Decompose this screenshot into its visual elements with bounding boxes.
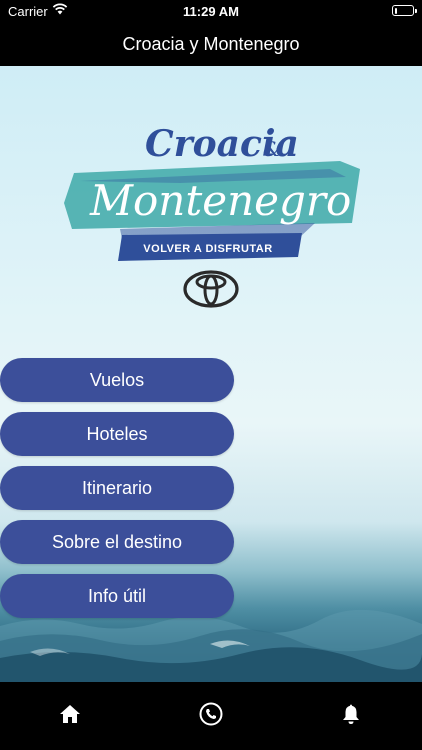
hoteles-button[interactable]: Hoteles (0, 412, 234, 456)
tab-bar (0, 682, 422, 750)
logo-text-montenegro: Montenegro (89, 176, 351, 225)
page-title: Croacia y Montenegro (122, 34, 300, 54)
toyota-logo (183, 270, 239, 308)
bell-icon (343, 704, 359, 724)
status-time: 11:29 AM (183, 4, 239, 19)
nav-bar: Croacia y Montenegro (0, 22, 422, 66)
battery-icon (392, 5, 417, 16)
home-icon (60, 705, 80, 723)
vuelos-button[interactable]: Vuelos (0, 358, 234, 402)
sobre-el-destino-button[interactable]: Sobre el destino (0, 520, 234, 564)
logo-tagline: VOLVER A DISFRUTAR (143, 243, 272, 255)
status-bar: Carrier 11:29 AM (0, 0, 422, 22)
main-content: Croacia & Montenegro VOLVER A DISFRUTAR … (0, 66, 422, 682)
itinerario-button[interactable]: Itinerario (0, 466, 234, 510)
home-tab[interactable] (50, 694, 90, 734)
phone-icon (199, 702, 223, 726)
croacia-montenegro-logo: Croacia & Montenegro VOLVER A DISFRUTAR (64, 123, 360, 261)
info-util-button[interactable]: Info útil (0, 574, 234, 618)
phone-tab[interactable] (191, 694, 231, 734)
logo-text-amp: & (263, 137, 281, 161)
notifications-tab[interactable] (331, 694, 371, 734)
